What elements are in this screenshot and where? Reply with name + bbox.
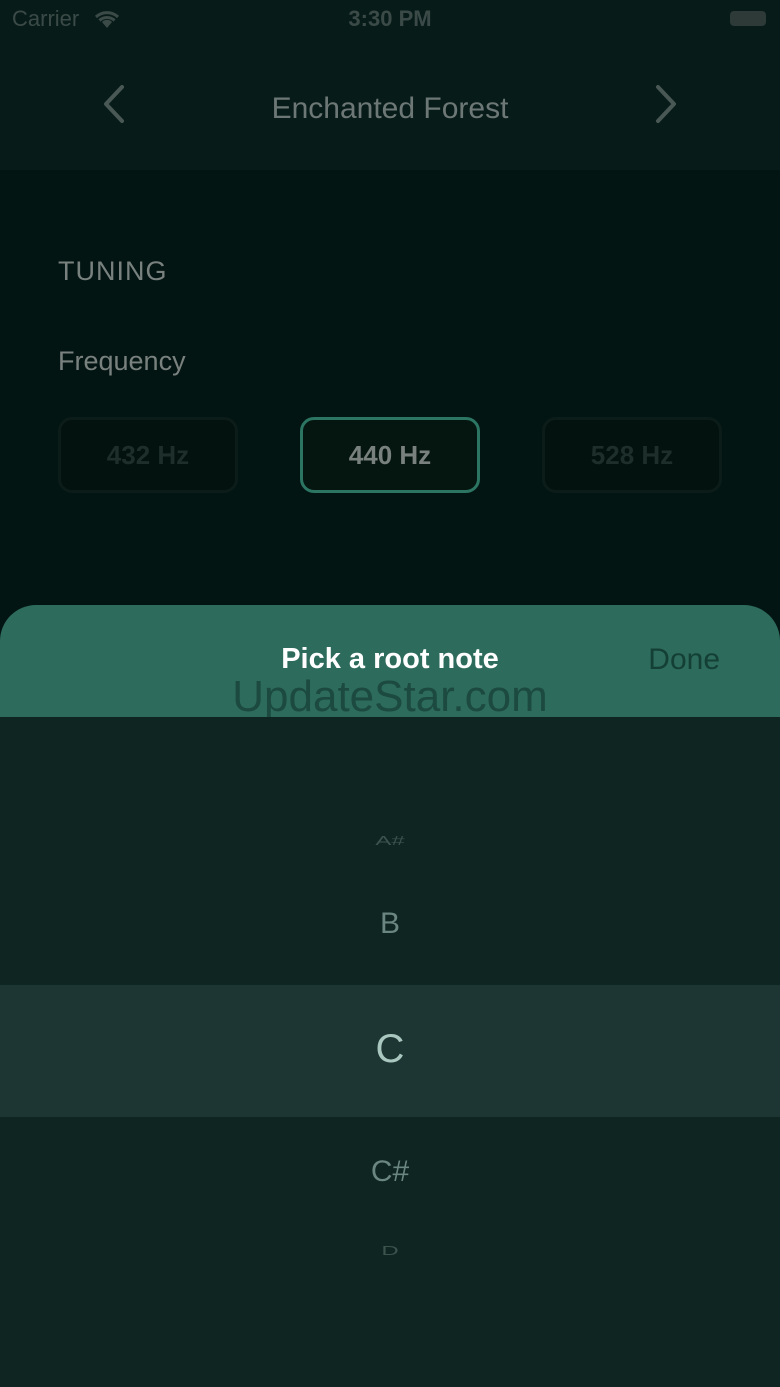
navigation-bar: Enchanted Forest: [0, 40, 780, 170]
chevron-right-icon[interactable]: [650, 84, 680, 129]
picker-item[interactable]: D: [0, 1243, 780, 1258]
frequency-label: Frequency: [58, 346, 186, 376]
picker-item-selected[interactable]: C: [0, 1027, 780, 1072]
battery-icon: [730, 11, 766, 26]
frequency-528-button[interactable]: 528 Hz: [542, 417, 722, 493]
tuning-section-title: TUNING: [58, 256, 168, 286]
picker-item[interactable]: C#: [0, 1155, 780, 1189]
picker-item[interactable]: A#: [0, 833, 780, 848]
status-bar: Carrier 3:30 PM: [0, 0, 780, 40]
picker-item[interactable]: B: [0, 907, 780, 941]
watermark: UpdateStar.com: [232, 672, 548, 721]
clock: 3:30 PM: [348, 6, 432, 31]
root-note-picker[interactable]: A# B C C# D: [0, 717, 780, 1387]
frequency-432-button[interactable]: 432 Hz: [58, 417, 238, 493]
frequency-440-button[interactable]: 440 Hz: [300, 417, 480, 493]
